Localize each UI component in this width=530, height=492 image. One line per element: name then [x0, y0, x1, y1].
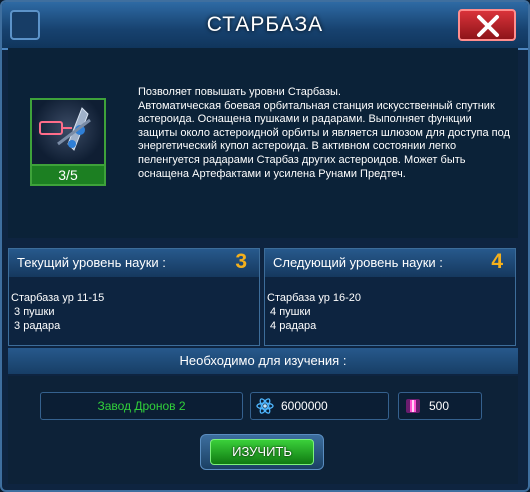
study-button[interactable]: ИЗУЧИТЬ — [210, 439, 314, 465]
next-science-details: Старбаза ур 16-20 4 пушки 4 радара — [267, 292, 362, 332]
requirements-label: Необходимо для изучения : — [8, 348, 518, 374]
title-bar: СТАРБАЗА — [2, 2, 528, 50]
crystal-cost-field: 500 — [398, 392, 482, 420]
description-text: Позволяет повышать уровни Старбазы. Авто… — [138, 86, 510, 180]
next-science-panel: Следующий уровень науки : 4 Старбаза ур … — [264, 248, 516, 346]
current-science-panel: Текущий уровень науки : 3 Старбаза ур 11… — [8, 248, 260, 346]
current-science-details: Старбаза ур 11-15 3 пушки 3 радара — [11, 292, 105, 332]
next-science-header: Следующий уровень науки : 4 — [265, 249, 515, 277]
crystal-icon — [406, 399, 420, 413]
level-badge: 3/5 — [30, 166, 106, 186]
next-science-label: Следующий уровень науки : — [273, 255, 443, 270]
current-science-level: 3 — [235, 250, 247, 273]
current-science-label: Текущий уровень науки : — [17, 255, 166, 270]
crystal-amount: 500 — [429, 399, 450, 413]
resource-amount: 6000000 — [281, 399, 328, 413]
atom-icon — [256, 398, 274, 414]
resource-cost-field: 6000000 — [250, 392, 389, 420]
starbase-icon — [30, 98, 106, 166]
current-science-header: Текущий уровень науки : 3 — [9, 249, 259, 277]
required-building: Завод Дронов 2 — [40, 392, 243, 420]
close-button[interactable] — [458, 9, 516, 41]
close-x-icon — [477, 15, 499, 37]
next-science-level: 4 — [491, 250, 503, 273]
window-title: СТАРБАЗА — [206, 13, 324, 36]
